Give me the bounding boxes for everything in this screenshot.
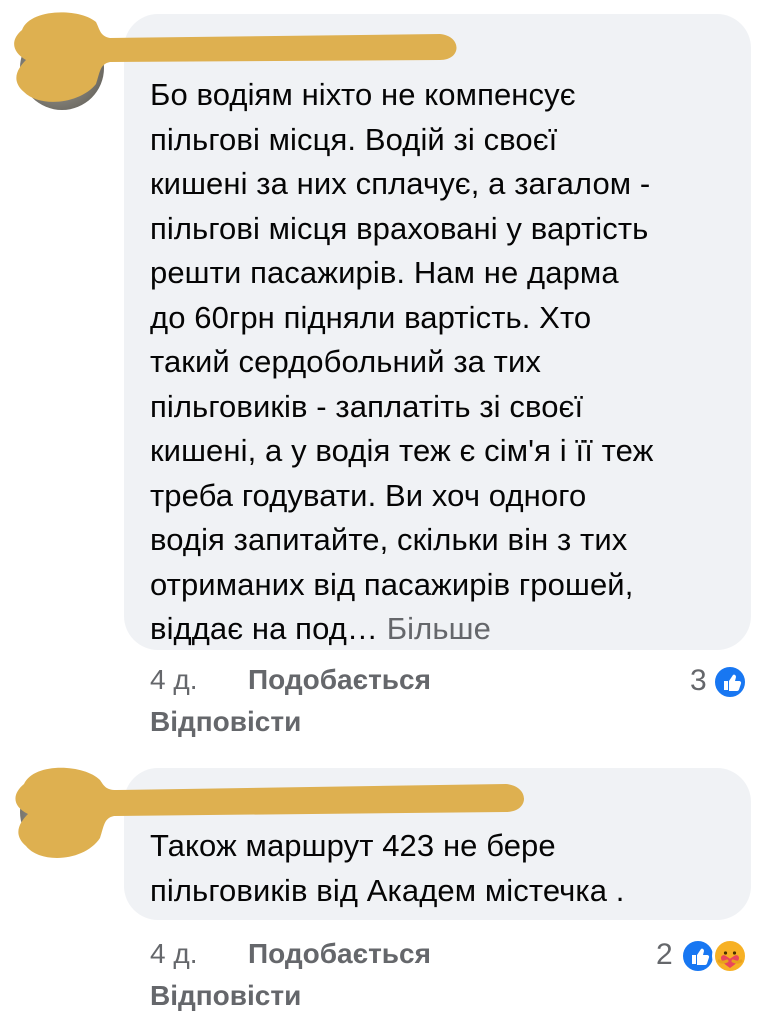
care-icon[interactable]	[712, 938, 748, 974]
comment-text: Також маршрут 423 не бере пільговиків ві…	[150, 828, 625, 908]
reaction-count[interactable]: 2	[656, 938, 673, 972]
like-icon[interactable]	[680, 938, 716, 974]
comment-timestamp[interactable]: 4 д.	[150, 938, 197, 969]
reply-button[interactable]: Відповісти	[150, 980, 301, 1011]
like-button[interactable]: Подобається	[248, 938, 431, 969]
